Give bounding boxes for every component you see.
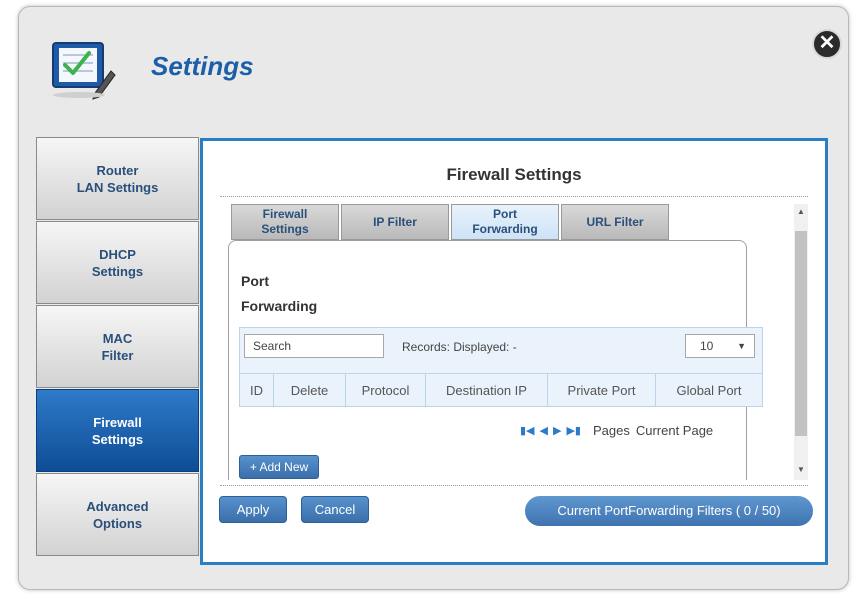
page-size-select[interactable]: 10 ▼ xyxy=(685,334,755,358)
sidebar: Router LAN Settings DHCP Settings MAC Fi… xyxy=(36,137,199,557)
sidebar-item-mac-filter[interactable]: MAC Filter xyxy=(36,305,199,388)
pagination: ▮◀ ◀ ▶ ▶▮ Pages Current Page xyxy=(520,423,713,438)
column-header-destination-ip[interactable]: Destination IP xyxy=(426,374,548,407)
next-page-icon[interactable]: ▶ xyxy=(553,424,561,437)
table-header: ID Delete Protocol Destination IP Privat… xyxy=(240,373,762,407)
chevron-down-icon: ▼ xyxy=(737,341,746,351)
section-title: Firewall Settings xyxy=(446,165,582,184)
first-page-icon[interactable]: ▮◀ xyxy=(520,424,535,437)
scroll-down-icon[interactable]: ▼ xyxy=(797,465,805,474)
settings-checklist-icon xyxy=(49,39,117,101)
column-header-protocol[interactable]: Protocol xyxy=(346,374,426,407)
column-header-private-port[interactable]: Private Port xyxy=(548,374,656,407)
close-icon[interactable]: ✕ xyxy=(812,29,842,59)
tab-ip-filter[interactable]: IP Filter xyxy=(341,204,449,240)
page-title: Settings xyxy=(151,51,254,81)
panel-title: Port Forwarding xyxy=(241,273,318,314)
rules-grid: Search Records: Displayed: - 10 ▼ ID Dele… xyxy=(239,327,763,407)
sidebar-item-advanced-options[interactable]: Advanced Options xyxy=(36,473,199,556)
main-panel: Firewall Settings Port Forwarding Search… xyxy=(200,138,828,565)
scroll-area: Port Forwarding Search Records: Displaye… xyxy=(220,204,793,480)
tab-port-forwarding[interactable]: Port Forwarding xyxy=(451,204,559,240)
tab-url-filter[interactable]: URL Filter xyxy=(561,204,669,240)
current-page-label: Current Page xyxy=(635,423,714,438)
port-forwarding-panel: Port Forwarding Search Records: Displaye… xyxy=(228,240,763,480)
records-label: Records: Displayed: - xyxy=(402,340,517,354)
scrollbar-thumb[interactable] xyxy=(795,231,807,436)
sidebar-item-dhcp-settings[interactable]: DHCP Settings xyxy=(36,221,199,304)
sidebar-item-router-lan-settings[interactable]: Router LAN Settings xyxy=(36,137,199,220)
filter-counter-badge: Current PortForwarding Filters ( 0 / 50) xyxy=(525,496,813,526)
scroll-up-icon[interactable]: ▲ xyxy=(797,207,805,216)
sidebar-item-firewall-settings[interactable]: Firewall Settings xyxy=(36,389,199,472)
divider xyxy=(220,196,808,197)
apply-button[interactable]: Apply xyxy=(219,496,287,523)
page-size-value: 10 xyxy=(700,339,714,353)
search-input[interactable]: Search xyxy=(244,334,384,358)
settings-dialog: Settings ✕ Router LAN Settings DHCP Sett… xyxy=(18,6,849,590)
pages-label: Pages xyxy=(592,423,630,438)
column-header-global-port[interactable]: Global Port xyxy=(656,374,762,407)
prev-page-icon[interactable]: ◀ xyxy=(540,424,548,437)
scrollbar[interactable]: ▲ ▼ xyxy=(794,204,808,480)
column-header-id[interactable]: ID xyxy=(240,374,274,407)
column-header-delete[interactable]: Delete xyxy=(274,374,346,407)
tab-bar: Firewall Settings IP Filter Port Forward… xyxy=(231,204,671,240)
tab-firewall-settings[interactable]: Firewall Settings xyxy=(231,204,339,240)
add-new-button[interactable]: + Add New xyxy=(239,455,319,479)
dialog-header: Settings ✕ xyxy=(19,7,848,127)
divider xyxy=(220,485,808,486)
cancel-button[interactable]: Cancel xyxy=(301,496,369,523)
last-page-icon[interactable]: ▶▮ xyxy=(566,424,581,437)
